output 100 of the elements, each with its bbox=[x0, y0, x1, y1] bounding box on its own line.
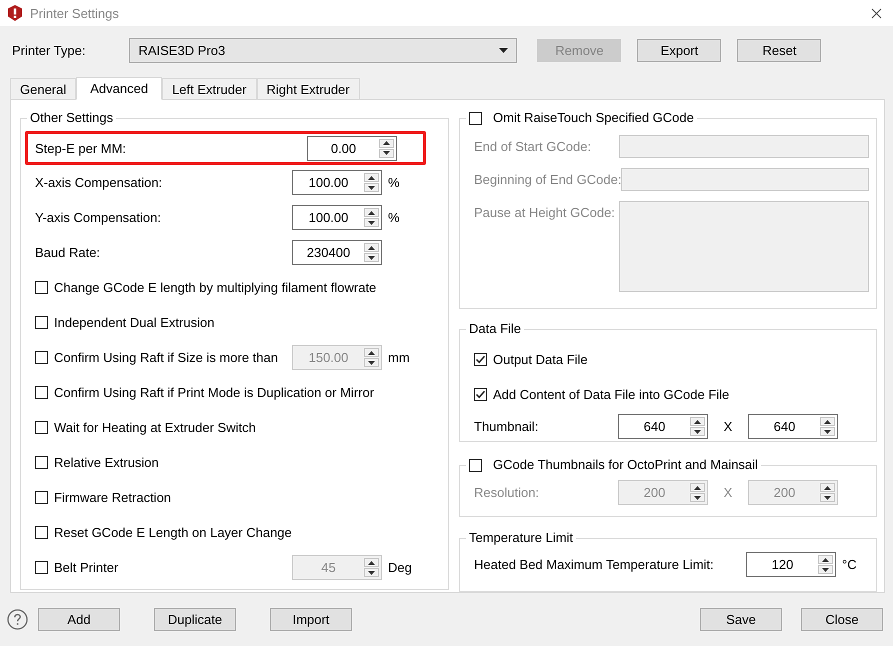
dialog-button[interactable]: Save bbox=[700, 608, 782, 632]
tab[interactable]: General bbox=[10, 78, 76, 100]
step-up-button[interactable] bbox=[690, 417, 705, 426]
checkbox-label: Belt Printer bbox=[54, 560, 118, 576]
app-logo-icon bbox=[8, 5, 22, 22]
checkbox-label: GCode Thumbnails for OctoPrint and Mainsail bbox=[493, 457, 758, 474]
checkbox[interactable] bbox=[35, 281, 48, 294]
step-down-button[interactable] bbox=[818, 565, 833, 574]
up-arrow-icon bbox=[824, 486, 831, 490]
separator-label: X bbox=[724, 485, 732, 500]
up-arrow-icon bbox=[822, 558, 829, 562]
label: Thumbnail: bbox=[474, 419, 538, 434]
step-up-button[interactable] bbox=[820, 483, 835, 492]
up-arrow-icon bbox=[383, 141, 390, 146]
label: Pause at Height GCode: bbox=[474, 205, 615, 220]
step-down-button[interactable] bbox=[364, 183, 379, 192]
down-arrow-icon bbox=[694, 496, 701, 500]
label: Printer Type: bbox=[12, 43, 86, 58]
step-up-button[interactable] bbox=[364, 243, 379, 252]
checkbox-label: Relative Extrusion bbox=[54, 455, 159, 470]
checkbox-label: Change GCode E length by multiplying filament flowrate bbox=[54, 280, 376, 296]
checkbox[interactable] bbox=[35, 421, 48, 434]
checkbox[interactable] bbox=[469, 112, 482, 125]
step-up-button[interactable] bbox=[364, 173, 379, 182]
down-arrow-icon bbox=[694, 430, 701, 434]
step-down-button[interactable] bbox=[364, 218, 379, 228]
checkbox[interactable] bbox=[35, 456, 48, 470]
group-title: Other Settings bbox=[30, 110, 114, 126]
input-field[interactable] bbox=[619, 135, 869, 158]
checkbox[interactable] bbox=[474, 353, 487, 366]
checkbox-label: Confirm Using Raft if Print Mode is Duplication or Mirror bbox=[54, 385, 374, 400]
label: Beginning of End GCode: bbox=[474, 172, 622, 188]
step-down-button[interactable] bbox=[364, 253, 379, 262]
help-icon[interactable] bbox=[7, 609, 28, 630]
unit-label: °C bbox=[842, 557, 857, 572]
step-up-button[interactable] bbox=[364, 208, 379, 218]
printer-type-dropdown[interactable]: RAISE3D Pro3 bbox=[129, 38, 518, 64]
down-arrow-icon bbox=[368, 256, 375, 260]
down-arrow-icon bbox=[368, 220, 375, 225]
tab[interactable]: Right Extruder bbox=[256, 78, 360, 100]
tab[interactable]: Advanced bbox=[76, 77, 162, 100]
down-arrow-icon bbox=[822, 568, 829, 572]
unit-label: % bbox=[388, 210, 400, 226]
step-down-button[interactable] bbox=[690, 493, 705, 502]
checkbox[interactable] bbox=[474, 388, 487, 402]
label: Resolution: bbox=[474, 485, 540, 500]
spin-box[interactable]: 100.00 bbox=[292, 205, 382, 230]
spin-box[interactable]: 230400 bbox=[292, 240, 382, 266]
checkbox-label: Firmware Retraction bbox=[54, 490, 172, 506]
down-arrow-icon bbox=[368, 186, 375, 190]
group-title: Temperature Limit bbox=[469, 530, 574, 546]
step-down-button[interactable] bbox=[690, 427, 705, 436]
label: Y-axis Compensation: bbox=[35, 210, 161, 226]
checkbox-label: Reset GCode E Length on Layer Change bbox=[54, 525, 292, 540]
step-down-button[interactable] bbox=[379, 148, 394, 158]
step-down-button[interactable] bbox=[820, 493, 835, 502]
up-arrow-icon bbox=[368, 176, 375, 180]
dialog-button[interactable]: Add bbox=[38, 608, 120, 632]
checkbox-label: Independent Dual Extrusion bbox=[54, 315, 214, 330]
checkbox[interactable] bbox=[469, 458, 482, 472]
checkbox-label: Confirm Using Raft if Size is more than bbox=[54, 350, 278, 366]
toolbar-button[interactable]: Export bbox=[637, 39, 722, 62]
dialog-button[interactable]: Import bbox=[270, 608, 352, 632]
spin-box[interactable]: 640 bbox=[748, 414, 838, 440]
up-arrow-icon bbox=[694, 486, 701, 490]
spin-box[interactable]: 120 bbox=[746, 552, 836, 578]
label: Heated Bed Maximum Temperature Limit: bbox=[474, 557, 714, 572]
step-up-button[interactable] bbox=[818, 555, 833, 564]
down-arrow-icon bbox=[368, 570, 375, 575]
caret-icon bbox=[499, 48, 508, 54]
up-arrow-icon bbox=[694, 420, 701, 424]
checkbox[interactable] bbox=[35, 316, 48, 330]
checkbox[interactable] bbox=[35, 491, 48, 504]
dialog-button[interactable]: Duplicate bbox=[154, 608, 236, 632]
checkbox[interactable] bbox=[35, 386, 48, 400]
step-up-button[interactable] bbox=[379, 138, 394, 148]
label: X-axis Compensation: bbox=[35, 175, 162, 190]
step-up-button[interactable] bbox=[690, 483, 705, 492]
step-down-button[interactable] bbox=[820, 427, 835, 436]
window-title: Printer Settings bbox=[30, 6, 120, 21]
unit-label: % bbox=[388, 175, 400, 190]
tab[interactable]: Left Extruder bbox=[162, 78, 257, 100]
step-up-button[interactable] bbox=[820, 417, 835, 426]
up-arrow-icon bbox=[368, 246, 375, 250]
down-arrow-icon bbox=[824, 430, 831, 434]
checkbox-label: Output Data File bbox=[493, 352, 588, 368]
input-field[interactable] bbox=[621, 168, 869, 192]
label: End of Start GCode: bbox=[474, 139, 592, 154]
group-title: Data File bbox=[469, 321, 522, 338]
up-arrow-icon bbox=[368, 210, 375, 215]
spin-box[interactable]: 640 bbox=[618, 414, 708, 440]
down-arrow-icon bbox=[383, 151, 390, 156]
checkbox[interactable] bbox=[35, 526, 48, 540]
separator-label: X bbox=[724, 419, 732, 434]
spin-box[interactable]: 100.00 bbox=[292, 170, 382, 196]
spin-box[interactable]: 0.00 bbox=[307, 136, 397, 161]
toolbar-button[interactable]: Reset bbox=[737, 39, 822, 62]
unit-label: Deg bbox=[388, 560, 412, 576]
dialog-button[interactable]: Close bbox=[801, 608, 883, 632]
down-arrow-icon bbox=[368, 360, 375, 365]
